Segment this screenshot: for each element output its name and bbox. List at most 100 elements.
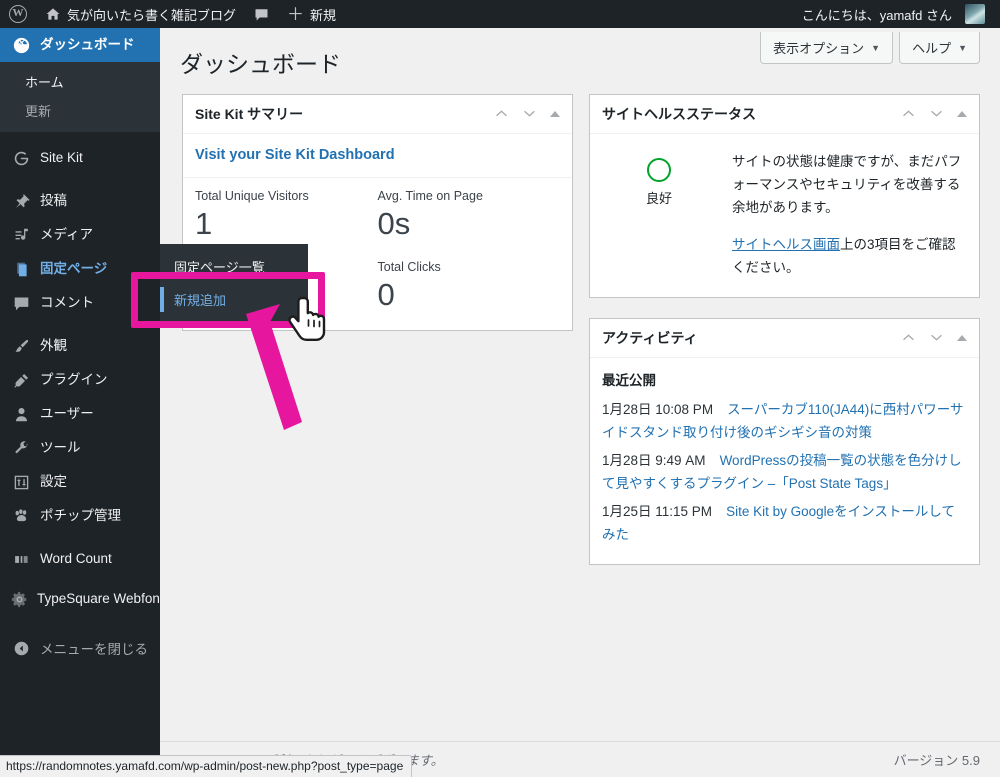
toggle-panel-icon[interactable] — [550, 110, 560, 117]
paw-icon — [11, 508, 31, 525]
widget-header: Site Kit サマリー — [183, 95, 572, 134]
sidebar-item-comments[interactable]: コメント — [0, 286, 160, 320]
stat-value: 0s — [377, 205, 411, 241]
browser-status-bar-url: https://randomnotes.yamafd.com/wp-admin/… — [0, 755, 413, 777]
collapse-menu-label: メニューを閉じる — [40, 642, 148, 657]
dashboard-column-left: Site Kit サマリー Visit your Site Kit Dashbo… — [182, 93, 573, 585]
screen-options-label: 表示オプション — [773, 41, 865, 56]
move-up-icon[interactable] — [901, 106, 916, 121]
google-g-icon — [11, 150, 31, 167]
move-up-icon[interactable] — [494, 106, 509, 121]
sidebar-item-word-count[interactable]: Word Count — [0, 542, 160, 576]
sidebar-item-label: ツール — [40, 439, 81, 455]
health-action-line: サイトヘルス画面上の3項目をご確認ください。 — [732, 233, 965, 279]
toggle-panel-icon[interactable] — [957, 110, 967, 117]
sidebar-item-site-kit[interactable]: Site Kit — [0, 141, 160, 175]
activity-date: 1月28日 9:49 AM — [602, 452, 706, 468]
screen-meta-links: 表示オプション ▼ ヘルプ ▼ — [760, 32, 980, 64]
sidebar-item-label: ポチップ管理 — [40, 507, 121, 523]
sidebar-item-settings[interactable]: 設定 — [0, 465, 160, 499]
sidebar-item-dashboard[interactable]: ダッシュボード — [0, 28, 168, 62]
move-down-icon[interactable] — [929, 330, 944, 345]
new-content-menu[interactable]: ＋ 新規 — [278, 0, 345, 28]
widget-header: アクティビティ — [590, 319, 979, 358]
sidebar-item-label: 外観 — [40, 337, 67, 353]
site-health-body: 良好 サイトの状態は健康ですが、まだパフォーマンスやセキュリティを改善する余地が… — [590, 134, 979, 297]
activity-subheading: 最近公開 — [602, 372, 656, 388]
help-button[interactable]: ヘルプ ▼ — [899, 32, 980, 64]
avatar — [965, 4, 985, 24]
help-label: ヘルプ — [912, 41, 952, 56]
sitekit-stat-cell: Total Clicks 0 — [378, 260, 561, 331]
move-up-icon[interactable] — [901, 330, 916, 345]
chevron-down-icon: ▼ — [871, 42, 881, 53]
health-description: サイトの状態は健康ですが、まだパフォーマンスやセキュリティを改善する余地がありま… — [732, 153, 962, 216]
flyout-item-all-pages[interactable]: 固定ページ一覧 — [160, 250, 308, 283]
admin-sidebar-menu: ダッシュボード ホーム 更新 Site Kit 投稿 メディア 固定ページ コメ… — [0, 28, 170, 777]
site-health-gauge: 良好 — [604, 150, 714, 279]
activity-list-item: 1月28日 10:08 PM スーパーカブ110(JA44)に西村パワーサイドスタ… — [602, 399, 967, 445]
site-name-menu[interactable]: 気が向いたら書く雑記ブログ — [36, 0, 245, 28]
sidebar-item-label: ユーザー — [40, 405, 94, 421]
collapse-menu-button[interactable]: メニューを閉じる — [0, 631, 160, 665]
widget-header-actions — [494, 106, 560, 121]
health-status-ring-icon — [647, 157, 671, 182]
sidebar-item-media[interactable]: メディア — [0, 218, 160, 252]
stat-value: 1 — [195, 205, 213, 241]
settings-sliders-icon — [11, 474, 31, 491]
wp-logo-menu[interactable] — [0, 0, 36, 28]
sitekit-dashboard-link-row: Visit your Site Kit Dashboard — [183, 134, 572, 178]
sidebar-item-plugins[interactable]: プラグイン — [0, 363, 160, 397]
pages-flyout-submenu: 固定ページ一覧 新規追加 — [160, 244, 308, 322]
comments-menu[interactable] — [245, 0, 278, 28]
pages-icon — [11, 261, 31, 278]
wordcount-icon — [11, 551, 31, 568]
activity-date: 1月25日 11:15 PM — [602, 503, 713, 519]
sidebar-item-typesquare-webfonts[interactable]: TypeSquare Webfonts — [0, 576, 170, 622]
sidebar-item-appearance[interactable]: 外観 — [0, 329, 160, 363]
widget-site-health-status: サイトヘルスステータス 良好 サイトの状態は健康ですが、まだパフォーマンスやセキ… — [589, 93, 980, 298]
site-health-screen-link[interactable]: サイトヘルス画面 — [732, 237, 840, 252]
my-account-menu[interactable]: こんにちは、yamafd さん — [793, 0, 994, 28]
chevron-down-icon: ▼ — [958, 42, 967, 53]
sidebar-item-tools[interactable]: ツール — [0, 431, 160, 465]
menu-separator — [0, 320, 160, 329]
pin-icon — [11, 193, 31, 210]
sidebar-item-label: ダッシュボード — [40, 36, 135, 52]
screen-options-button[interactable]: 表示オプション ▼ — [760, 32, 894, 64]
footer-version: バージョン 5.9 — [893, 753, 980, 768]
widget-title: サイトヘルスステータス — [602, 105, 756, 122]
activity-list-item: 1月28日 9:49 AM WordPressの投稿一覧の状態を色分けして見やすく… — [602, 450, 967, 496]
widget-header-actions — [901, 330, 967, 345]
dashboard-columns: Site Kit サマリー Visit your Site Kit Dashbo… — [160, 80, 1000, 585]
activity-list-item: 1月25日 11:15 PM Site Kit by Googleをインストールし… — [602, 501, 967, 547]
admin-bar: 気が向いたら書く雑記ブログ ＋ 新規 こんにちは、yamafd さん — [0, 0, 1000, 28]
sidebar-item-posts[interactable]: 投稿 — [0, 184, 160, 218]
site-health-text: サイトの状態は健康ですが、まだパフォーマンスやセキュリティを改善する余地がありま… — [732, 150, 965, 279]
toggle-panel-icon[interactable] — [957, 334, 967, 341]
dashboard-submenu: ホーム 更新 — [0, 62, 160, 132]
submenu-item-home[interactable]: ホーム — [0, 67, 160, 96]
plugin-icon — [11, 372, 31, 389]
flyout-item-add-new-page[interactable]: 新規追加 — [160, 283, 308, 316]
site-name-label: 気が向いたら書く雑記ブログ — [67, 7, 237, 23]
stat-label: Avg. Time on Page — [377, 188, 483, 203]
sidebar-item-label: コメント — [40, 294, 94, 310]
sidebar-item-pages[interactable]: 固定ページ — [0, 252, 160, 286]
sitekit-stat-cell: Avg. Time on Page 0s — [378, 189, 561, 260]
menu-separator — [0, 132, 160, 141]
sidebar-item-label: 固定ページ — [40, 260, 108, 276]
collapse-arrow-icon — [11, 640, 31, 657]
sitekit-dashboard-link[interactable]: Visit your Site Kit Dashboard — [195, 147, 395, 163]
sidebar-item-users[interactable]: ユーザー — [0, 397, 160, 431]
move-down-icon[interactable] — [522, 106, 537, 121]
move-down-icon[interactable] — [929, 106, 944, 121]
sidebar-item-pochipp[interactable]: ポチップ管理 — [0, 499, 160, 533]
submenu-item-updates[interactable]: 更新 — [0, 96, 160, 125]
sidebar-item-label: プラグイン — [40, 371, 108, 387]
menu-separator — [0, 533, 160, 542]
comment-icon — [11, 295, 31, 312]
sidebar-item-label: TypeSquare Webfonts — [37, 590, 171, 606]
menu-separator — [0, 175, 160, 184]
widget-title: アクティビティ — [602, 329, 698, 346]
